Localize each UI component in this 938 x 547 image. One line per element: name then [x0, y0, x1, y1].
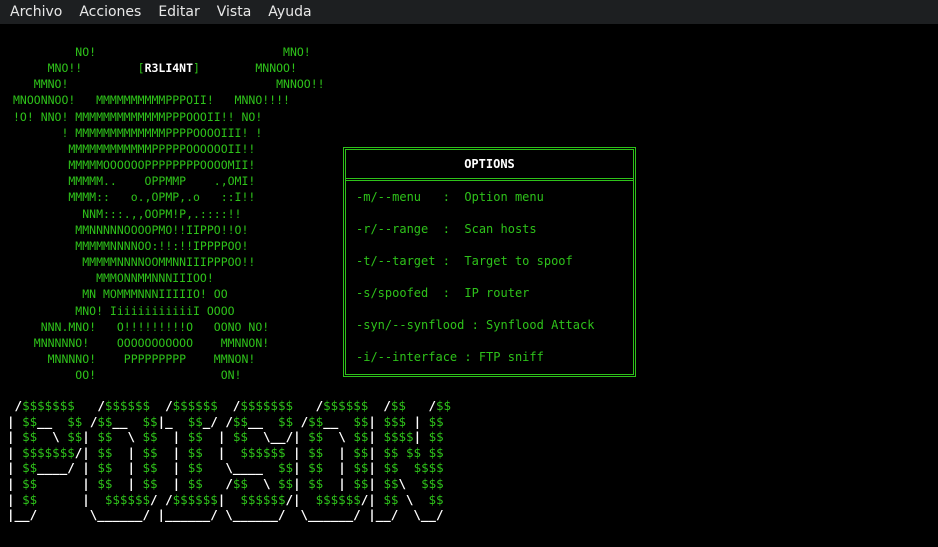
logo-line: | $$____/ | $$ | $$ | $$ \____ $$| $$ | …	[7, 460, 444, 476]
menu-editar[interactable]: Editar	[151, 0, 206, 24]
art-line: ! MMMMMMMMMMMMMPPPPOOOOIII! !	[13, 125, 263, 140]
art-line: MMNNNNNOOOOPMO!!IIPPO!!O!	[13, 222, 249, 237]
logo-line: /$$$$$$$ /$$$$$$ /$$$$$$ /$$$$$$$ /$$$$$…	[7, 398, 452, 413]
art-line: ] MNNOO!	[193, 61, 297, 76]
option-interface: -i/--interface : FTP sniff	[356, 350, 544, 364]
art-line: NNN.MNO! O!!!!!!!!!O OONO NO!	[13, 319, 270, 334]
ascii-logo: /$$$$$$$ /$$$$$$ /$$$$$$ /$$$$$$$ /$$$$$…	[7, 398, 451, 523]
logo-line: |__/ \______/ |______/ \______/ \______/…	[7, 507, 444, 523]
logo-line: | $$ \ $$| $$ \ $$ | $$ | $$ \__/| $$ \ …	[7, 429, 444, 445]
terminal-area[interactable]: NO! MNO! MNO!! [R3LI4NT] MNNOO! MMNO! MN…	[0, 24, 938, 547]
menu-ayuda[interactable]: Ayuda	[261, 0, 318, 24]
art-line: MNOONNOO! MMMMMMMMMMPPPOII! MNNO!!!!	[13, 93, 290, 108]
option-target: -t/--target : Target to spoof	[356, 254, 573, 268]
art-line: MMMMMOOOOOOPPPPPPPPOOOOMII!	[13, 158, 256, 173]
art-line: OO! ON!	[13, 368, 242, 383]
logo-line: | $$ | $$ | $$ | $$ /$$ \ $$| $$ | $$| $…	[7, 475, 444, 491]
art-line: [	[82, 61, 145, 76]
art-line: MN MOMMMNNNIIIIIO! OO	[13, 287, 228, 302]
options-panel: OPTIONS -m/--menu : Option menu -r/--ran…	[343, 147, 636, 377]
art-line: MMNO! MNNOO!!	[13, 77, 325, 92]
option-synflood: -syn/--synflood : Synflood Attack	[356, 318, 595, 332]
menu-archivo[interactable]: Archivo	[3, 0, 69, 24]
logo-line: | $$__ $$ /$$__ $$|_ $$_/ /$$__ $$ /$$__…	[7, 413, 444, 429]
art-line: MMMMM.. OPPMMP .,OMI!	[13, 174, 256, 189]
menu-acciones[interactable]: Acciones	[72, 0, 148, 24]
options-title: OPTIONS	[346, 150, 633, 181]
art-line: NNM:::.,,OOPM!P,.::::!!	[13, 206, 242, 221]
art-line: MNNNNO! PPPPPPPPP MMNON!	[13, 351, 256, 366]
ascii-art-banner: NO! MNO! MNO!! [R3LI4NT] MNNOO! MMNO! MN…	[13, 44, 325, 383]
art-line: MMMMMMMMMMMMPPPPPOOOOOOII!!	[13, 141, 256, 156]
art-line: MNO!!	[13, 61, 83, 76]
art-line: MMMM:: o.,OPMP,.o ::I!!	[13, 190, 256, 205]
logo-line: | $$ | $$$$$$/ /$$$$$$| $$$$$$/| $$$$$$/…	[7, 491, 444, 507]
art-line: MNNNNNO! OOOOOOOOOOO MMNNON!	[13, 335, 270, 350]
art-line: !O! NNO! MMMMMMMMMMMMMPPPOOOII!! NO!	[13, 109, 263, 124]
option-menu: -m/--menu : Option menu	[356, 190, 544, 204]
menu-bar: Archivo Acciones Editar Vista Ayuda	[0, 0, 938, 24]
art-line: MMMMMNNNNOO:!!:!!IPPPPOO!	[13, 238, 249, 253]
author-name: R3LI4NT	[144, 61, 194, 76]
menu-vista[interactable]: Vista	[210, 0, 259, 24]
option-range: -r/--range : Scan hosts	[356, 222, 537, 236]
art-line: MNO! IiiiiiiiiiiiI OOOO	[13, 303, 235, 318]
option-spoofed: -s/spoofed : IP router	[356, 286, 530, 300]
logo-line: | $$$$$$$/| $$ | $$ | $$ | $$$$$$ | $$ |…	[7, 444, 444, 460]
art-line: MMMMMNNNNOOMMNNIIIPPPOO!!	[13, 255, 256, 270]
art-line: NO! MNO!	[13, 45, 311, 59]
art-line: MMMONNMMNNNIIIOO!	[13, 271, 214, 286]
